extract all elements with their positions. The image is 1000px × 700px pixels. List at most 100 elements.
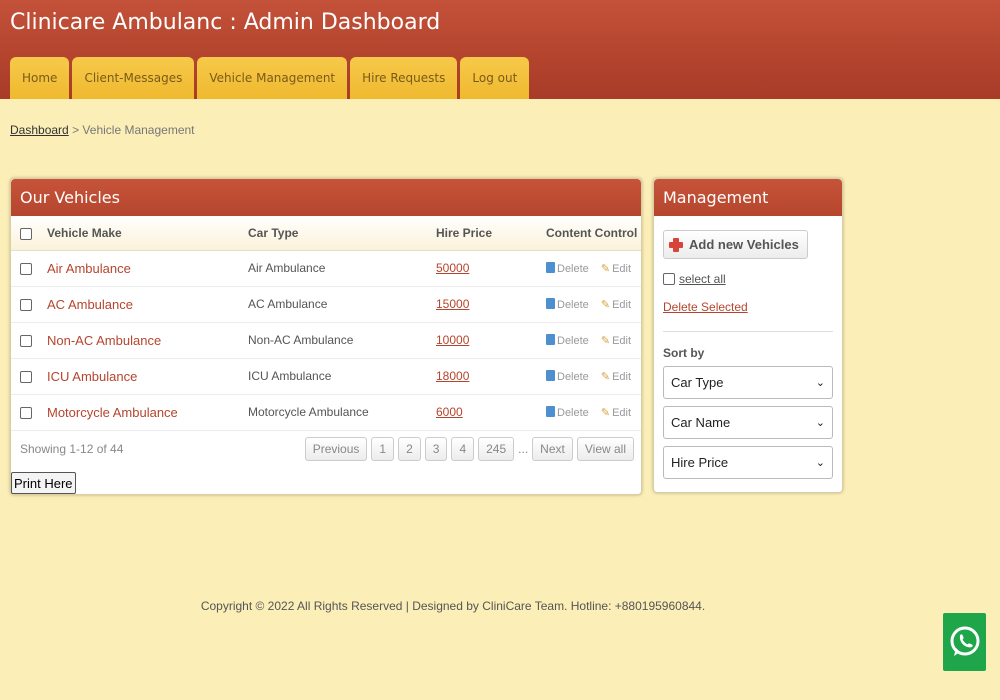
breadcrumb-current: Vehicle Management [82,123,195,137]
vehicle-make-link[interactable]: Non-AC Ambulance [47,333,161,348]
trash-icon [546,333,555,345]
page-button-1[interactable]: 1 [371,437,395,461]
edit-link[interactable]: ✎ Edit [592,335,631,347]
car-type-cell: ICU Ambulance [248,358,436,395]
print-button[interactable]: Print Here [11,472,76,494]
hire-price-link[interactable]: 50000 [436,261,469,275]
showing-count: Showing 1-12 of 44 [20,442,124,456]
edit-label: Edit [612,298,632,311]
nav-tab-home[interactable]: Home [10,57,70,99]
footer: Copyright © 2022 All Rights Reserved | D… [0,599,1000,613]
sort-select-car-type[interactable]: Car Type ⌄ [663,366,833,399]
trash-icon [546,405,555,417]
delete-label: Delete [557,334,589,347]
vehicles-panel-title: Our Vehicles [11,179,641,216]
delete-label: Delete [557,262,589,275]
edit-label: Edit [612,262,632,275]
hire-price-link[interactable]: 15000 [436,297,469,311]
add-new-vehicles-button[interactable]: Add new Vehicles [663,230,808,259]
edit-link[interactable]: ✎ Edit [592,407,631,419]
trash-icon [546,369,555,381]
car-type-cell: Non-AC Ambulance [248,322,436,359]
trash-icon [546,261,555,273]
row-checkbox[interactable] [20,262,32,275]
delete-link[interactable]: Delete [546,261,589,275]
select-all-link[interactable]: select all [679,272,726,286]
sort-select-value: Hire Price [671,455,729,470]
edit-label: Edit [612,334,632,347]
page-button-245[interactable]: 245 [478,437,515,461]
nav-tab-log-out[interactable]: Log out [460,57,530,99]
hire-price-link[interactable]: 6000 [436,405,463,419]
previous-page-button[interactable]: Previous [304,437,368,461]
header-checkbox-cell [11,216,47,251]
column-car-type: Car Type [248,216,436,251]
sort-select-value: Car Name [671,415,731,430]
view-all-button[interactable]: View all [576,437,634,461]
edit-link[interactable]: ✎ Edit [592,299,631,311]
management-panel-title: Management [654,179,842,216]
pagination-ellipsis: ... [518,442,529,456]
breadcrumb-separator: > [72,123,80,137]
pagination-row: Showing 1-12 of 44 Previous 1 2 3 4 245 … [11,433,643,463]
sort-select-value: Car Type [671,375,724,390]
divider [663,331,833,332]
table-row: AC Ambulance AC Ambulance 15000 Delete ✎… [11,286,641,323]
pencil-icon: ✎ [600,262,611,275]
pencil-icon: ✎ [600,370,611,383]
breadcrumb-dashboard-link[interactable]: Dashboard [10,123,69,137]
hire-price-link[interactable]: 18000 [436,369,469,383]
page-button-4[interactable]: 4 [451,437,475,461]
table-row: Motorcycle Ambulance Motorcycle Ambulanc… [11,394,641,431]
trash-icon [546,297,555,309]
table-row: Non-AC Ambulance Non-AC Ambulance 10000 … [11,322,641,359]
table-header-row: Vehicle Make Car Type Hire Price Content… [11,216,641,251]
pencil-icon: ✎ [600,334,611,347]
edit-link[interactable]: ✎ Edit [592,263,631,275]
delete-selected-link[interactable]: Delete Selected [663,300,748,314]
hire-price-link[interactable]: 10000 [436,333,469,347]
pagination: Previous 1 2 3 4 245 ... Next View all [301,437,634,461]
vehicle-make-link[interactable]: Motorcycle Ambulance [47,405,178,420]
nav-tab-hire-requests[interactable]: Hire Requests [350,57,458,99]
header-checkbox[interactable] [20,227,32,240]
row-checkbox[interactable] [20,334,32,347]
row-checkbox[interactable] [20,370,32,383]
page-button-3[interactable]: 3 [424,437,448,461]
next-page-button[interactable]: Next [532,437,573,461]
edit-link[interactable]: ✎ Edit [592,371,631,383]
delete-link[interactable]: Delete [546,405,589,419]
sort-select-car-name[interactable]: Car Name ⌄ [663,406,833,439]
chevron-down-icon: ⌄ [815,457,825,469]
edit-label: Edit [612,406,632,419]
add-new-vehicles-label: Add new Vehicles [689,237,799,252]
vehicle-make-link[interactable]: AC Ambulance [47,297,133,312]
column-vehicle-make: Vehicle Make [47,216,248,251]
car-type-cell: Motorcycle Ambulance [248,394,436,431]
main-nav: Home Client-Messages Vehicle Management … [10,57,532,99]
edit-label: Edit [612,370,632,383]
column-hire-price: Hire Price [436,216,546,251]
nav-tab-client-messages[interactable]: Client-Messages [72,57,195,99]
select-all-control: select all [663,272,726,286]
delete-link[interactable]: Delete [546,369,589,383]
delete-label: Delete [557,298,589,311]
delete-link[interactable]: Delete [546,333,589,347]
delete-label: Delete [557,406,589,419]
nav-tab-vehicle-management[interactable]: Vehicle Management [197,57,348,99]
vehicle-make-link[interactable]: ICU Ambulance [47,369,137,384]
row-checkbox[interactable] [20,406,32,419]
column-content-control: Content Control [546,216,641,251]
sort-select-hire-price[interactable]: Hire Price ⌄ [663,446,833,479]
delete-label: Delete [557,370,589,383]
pencil-icon: ✎ [600,406,611,419]
vehicle-make-link[interactable]: Air Ambulance [47,261,131,276]
chevron-down-icon: ⌄ [815,417,825,429]
page-button-2[interactable]: 2 [398,437,421,461]
table-row: Air Ambulance Air Ambulance 50000 Delete… [11,250,641,287]
delete-link[interactable]: Delete [546,297,589,311]
row-checkbox[interactable] [20,298,32,311]
whatsapp-button[interactable] [943,613,986,671]
select-all-checkbox[interactable] [663,273,675,285]
chevron-down-icon: ⌄ [815,377,825,389]
